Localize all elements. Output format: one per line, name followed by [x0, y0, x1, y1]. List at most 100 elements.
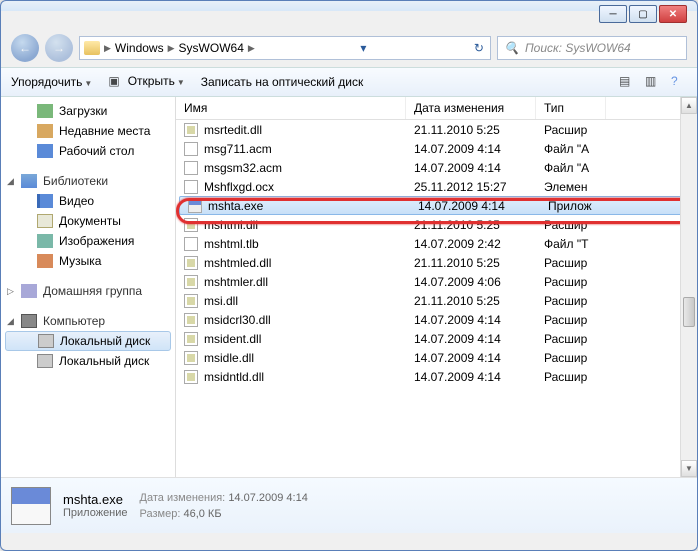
- burn-button[interactable]: Записать на оптический диск: [201, 75, 364, 89]
- file-row[interactable]: mshtmled.dll21.11.2010 5:25Расшиp: [176, 253, 697, 272]
- file-date: 14.07.2009 4:14: [406, 313, 536, 327]
- file-type: Расшиp: [536, 275, 606, 289]
- forward-button[interactable]: →: [45, 34, 73, 62]
- scrollbar[interactable]: ▲ ▼: [680, 97, 697, 477]
- close-button[interactable]: ✕: [659, 5, 687, 23]
- file-date: 14.07.2009 4:14: [406, 161, 536, 175]
- file-row[interactable]: mshtml.tlb14.07.2009 2:42Файл "T: [176, 234, 697, 253]
- file-name: mshtmler.dll: [204, 275, 268, 289]
- file-date: 14.07.2009 4:14: [406, 332, 536, 346]
- file-icon: [184, 180, 198, 194]
- file-row[interactable]: Mshflxgd.ocx 25.11.2012 15:27Элемен: [176, 177, 697, 196]
- file-type: Файл "A: [536, 142, 606, 156]
- sidebar-item-libraries[interactable]: Библиотеки: [1, 171, 175, 191]
- sidebar-item-computer[interactable]: Компьютер: [1, 311, 175, 331]
- search-input[interactable]: 🔍 Поиск: SysWOW64: [497, 36, 687, 60]
- file-row[interactable]: msidntld.dll14.07.2009 4:14Расшиp: [176, 367, 697, 386]
- file-row[interactable]: msidcrl30.dll14.07.2009 4:14Расшиp: [176, 310, 697, 329]
- file-name: msidntld.dll: [204, 370, 264, 384]
- pictures-icon: [37, 234, 53, 248]
- file-date: 14.07.2009 4:14: [406, 142, 536, 156]
- document-icon: [37, 214, 53, 228]
- sidebar-item-localdisk[interactable]: Локальный диск: [5, 331, 171, 351]
- file-name: mshtml.tlb: [204, 237, 259, 251]
- content-area: Загрузки Недавние места Рабочий стол Биб…: [1, 97, 697, 477]
- help-icon[interactable]: ?: [671, 74, 687, 90]
- file-date: 14.07.2009 4:14: [406, 351, 536, 365]
- downloads-icon: [37, 104, 53, 118]
- file-date: 21.11.2010 5:25: [406, 123, 536, 137]
- folder-icon: [84, 41, 100, 55]
- file-name: msident.dll: [204, 332, 261, 346]
- file-type: Элемен: [536, 180, 606, 194]
- file-icon: [184, 275, 198, 289]
- breadcrumb-part[interactable]: SysWOW64: [179, 41, 244, 55]
- desktop-icon: [37, 144, 53, 158]
- details-date-label: Дата изменения:: [140, 492, 226, 504]
- breadcrumb-part[interactable]: Windows: [115, 41, 164, 55]
- scroll-thumb[interactable]: [683, 297, 695, 327]
- file-date: 21.11.2010 5:25: [406, 218, 536, 232]
- open-button[interactable]: ▣ Открыть▼: [108, 74, 184, 90]
- sidebar-item-downloads[interactable]: Загрузки: [1, 101, 175, 121]
- column-date[interactable]: Дата изменения: [406, 97, 536, 119]
- organize-button[interactable]: Упорядочить▼: [11, 75, 92, 89]
- minimize-button[interactable]: ─: [599, 5, 627, 23]
- file-row[interactable]: msident.dll14.07.2009 4:14Расшиp: [176, 329, 697, 348]
- sidebar-item-localdisk2[interactable]: Локальный диск: [1, 351, 175, 371]
- column-headers: Имя Дата изменения Тип: [176, 97, 697, 120]
- chevron-down-icon: ▼: [177, 78, 185, 87]
- file-icon: [184, 123, 198, 137]
- disk-icon: [38, 334, 54, 348]
- column-name[interactable]: Имя: [176, 97, 406, 119]
- file-icon: [184, 351, 198, 365]
- scroll-down-button[interactable]: ▼: [681, 460, 697, 477]
- details-size: 46,0 КБ: [183, 508, 221, 520]
- refresh-icon[interactable]: ↻: [474, 41, 484, 55]
- file-row[interactable]: msrtedit.dll21.11.2010 5:25Расшиp: [176, 120, 697, 139]
- file-row[interactable]: msg711.acm14.07.2009 4:14Файл "A: [176, 139, 697, 158]
- file-list-area: Имя Дата изменения Тип msrtedit.dll21.11…: [176, 97, 697, 477]
- file-name: msgsm32.acm: [204, 161, 282, 175]
- file-row[interactable]: mshtmler.dll14.07.2009 4:06Расшиp: [176, 272, 697, 291]
- sidebar-item-homegroup[interactable]: Домашняя группа: [1, 281, 175, 301]
- view-icon[interactable]: ▤: [619, 74, 635, 90]
- file-row[interactable]: msi.dll21.11.2010 5:25Расшиp: [176, 291, 697, 310]
- sidebar-item-desktop[interactable]: Рабочий стол: [1, 141, 175, 161]
- recent-icon: [37, 124, 53, 138]
- file-name: Mshflxgd.ocx: [204, 180, 274, 194]
- sidebar-item-documents[interactable]: Документы: [1, 211, 175, 231]
- preview-pane-icon[interactable]: ▥: [645, 74, 661, 90]
- scroll-up-button[interactable]: ▲: [681, 97, 697, 114]
- file-row[interactable]: msidle.dll14.07.2009 4:14Расшиp: [176, 348, 697, 367]
- details-pane: mshta.exe Приложение Дата изменения: 14.…: [1, 477, 697, 533]
- file-row[interactable]: mshta.exe14.07.2009 4:14Прилож: [179, 196, 694, 215]
- maximize-button[interactable]: ▢: [629, 5, 657, 23]
- file-date: 25.11.2012 15:27: [406, 180, 536, 194]
- file-row[interactable]: mshtml.dll21.11.2010 5:25Расшиp: [176, 215, 697, 234]
- disk-icon: [37, 354, 53, 368]
- file-type: Расшиp: [536, 294, 606, 308]
- back-button[interactable]: ←: [11, 34, 39, 62]
- file-name: msidcrl30.dll: [204, 313, 271, 327]
- file-icon: [184, 294, 198, 308]
- sidebar-item-music[interactable]: Музыка: [1, 251, 175, 271]
- music-icon: [37, 254, 53, 268]
- sidebar-item-recent[interactable]: Недавние места: [1, 121, 175, 141]
- file-type: Расшиp: [536, 351, 606, 365]
- sidebar-item-videos[interactable]: Видео: [1, 191, 175, 211]
- nav-row: ← → ▶ Windows ▶ SysWOW64 ▶ ▾ ↻ 🔍 Поиск: …: [1, 29, 697, 67]
- chevron-right-icon: ▶: [104, 43, 111, 54]
- file-name: mshta.exe: [208, 199, 263, 213]
- column-type[interactable]: Тип: [536, 97, 606, 119]
- file-row[interactable]: msgsm32.acm14.07.2009 4:14Файл "A: [176, 158, 697, 177]
- address-bar[interactable]: ▶ Windows ▶ SysWOW64 ▶ ▾ ↻: [79, 36, 491, 60]
- sidebar: Загрузки Недавние места Рабочий стол Биб…: [1, 97, 176, 477]
- chevron-down-icon: ▼: [84, 79, 92, 88]
- file-icon: [184, 237, 198, 251]
- file-date: 21.11.2010 5:25: [406, 294, 536, 308]
- dropdown-icon[interactable]: ▾: [360, 41, 366, 55]
- file-type: Прилож: [540, 199, 610, 213]
- sidebar-item-pictures[interactable]: Изображения: [1, 231, 175, 251]
- titlebar: ─ ▢ ✕: [3, 3, 695, 31]
